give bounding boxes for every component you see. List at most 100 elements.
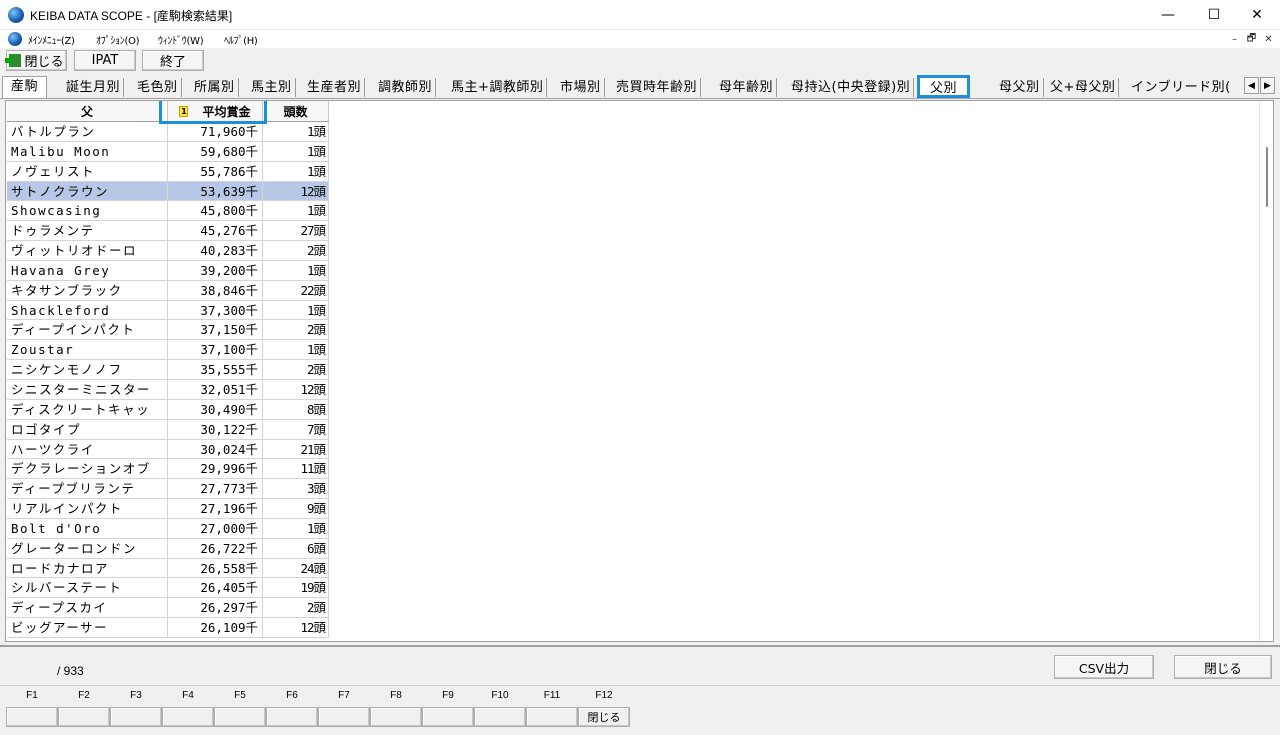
tab-inbreed[interactable]: インブリード別( [1128, 78, 1234, 97]
mdi-minimize-button[interactable]: – [1227, 32, 1242, 46]
menu-options[interactable]: ｵﾌﾟｼｮﾝ(O) [96, 32, 140, 47]
fkey-button-3[interactable] [110, 707, 162, 727]
fkey-button-11[interactable] [526, 707, 578, 727]
sire-name-cell: リアルインパクト [7, 499, 168, 519]
ipat-button[interactable]: IPAT [74, 50, 136, 71]
table-row[interactable]: シルバーステート 26,405千 19頭 [7, 578, 329, 599]
table-row[interactable]: ノヴェリスト 55,786千 1頭 [7, 161, 329, 182]
toolbar-close-button[interactable]: 閉じる [5, 50, 67, 71]
table-row[interactable]: サトノクラウン 53,639千 12頭 [7, 181, 329, 202]
avg-prize-cell: 26,558千 [168, 558, 263, 578]
fkey-button-8[interactable] [370, 707, 422, 727]
table-row[interactable]: ディープブリランテ 27,773千 3頭 [7, 479, 329, 500]
results-grid: 父 1 平均賞金 頭数 バトルプラン 71,960千 1頭 Malibu Moon 59… [7, 101, 329, 638]
table-row[interactable]: ディープインパクト 37,150千 2頭 [7, 320, 329, 341]
sire-name-cell: Bolt d'Oro [7, 518, 168, 538]
table-row[interactable]: デクラレーションオブ 29,996千 11頭 [7, 459, 329, 480]
table-row[interactable]: Bolt d'Oro 27,000千 1頭 [7, 518, 329, 539]
tab-offspring[interactable]: 産駒 [2, 76, 48, 98]
tab-dam-import[interactable]: 母持込(中央登録)別 [788, 78, 915, 97]
status-bar: / 933 CSV出力 閉じる [0, 645, 1280, 685]
sire-name-cell: デクラレーションオブ [7, 459, 168, 479]
sire-name-cell: キタサンブラック [7, 280, 168, 300]
count-cell: 7頭 [263, 419, 329, 439]
tab-market[interactable]: 市場別 [557, 78, 605, 97]
csv-export-button[interactable]: CSV出力 [1054, 655, 1154, 679]
table-row[interactable]: ハーツクライ 30,024千 21頭 [7, 439, 329, 460]
close-window-button[interactable]: ✕ [1234, 0, 1280, 30]
minimize-button[interactable]: — [1145, 0, 1191, 30]
toolbar-close-label: 閉じる [24, 55, 64, 70]
avg-prize-cell: 26,405千 [168, 578, 263, 598]
fkey-button-12[interactable]: 閉じる [578, 707, 630, 727]
count-cell: 1頭 [263, 300, 329, 320]
table-row[interactable]: ロードカナロア 26,558千 24頭 [7, 558, 329, 579]
table-row[interactable]: キタサンブラック 38,846千 22頭 [7, 280, 329, 301]
tab-sire[interactable]: 父別 [917, 75, 971, 98]
exit-button[interactable]: 終了 [142, 50, 204, 71]
table-row[interactable]: ディスクリートキャッ 30,490千 8頭 [7, 399, 329, 420]
count-cell: 12頭 [263, 379, 329, 399]
fkey-button-9[interactable] [422, 707, 474, 727]
fkey-button-2[interactable] [58, 707, 110, 727]
header-count[interactable]: 頭数 [263, 101, 329, 121]
count-cell: 6頭 [263, 538, 329, 558]
table-row[interactable]: Havana Grey 39,200千 1頭 [7, 260, 329, 281]
sire-name-cell: Shackleford [7, 300, 168, 320]
vertical-scrollbar[interactable] [1259, 101, 1272, 641]
fkey-button-1[interactable] [6, 707, 58, 727]
tab-scroll-right-icon[interactable]: ▶ [1260, 77, 1275, 94]
fkey-button-7[interactable] [318, 707, 370, 727]
sire-name-cell: バトルプラン [7, 122, 168, 141]
avg-prize-cell: 35,555千 [168, 360, 263, 380]
table-row[interactable]: Showcasing 45,800千 1頭 [7, 201, 329, 222]
table-row[interactable]: ニシケンモノノフ 35,555千 2頭 [7, 360, 329, 380]
menu-main[interactable]: ﾒｲﾝﾒﾆｭｰ(Z) [28, 32, 75, 47]
globe-icon[interactable] [8, 32, 22, 46]
header-sire[interactable]: 父 [7, 101, 168, 121]
table-row[interactable]: Shackleford 37,300千 1頭 [7, 300, 329, 321]
avg-prize-cell: 38,846千 [168, 280, 263, 300]
table-row[interactable]: ビッグアーサー 26,109千 12頭 [7, 618, 329, 638]
maximize-button[interactable]: ☐ [1191, 0, 1237, 30]
tab-scroll-left-icon[interactable]: ◀ [1244, 77, 1259, 94]
fkey-button-4[interactable] [162, 707, 214, 727]
table-row[interactable]: Malibu Moon 59,680千 1頭 [7, 141, 329, 162]
status-close-button[interactable]: 閉じる [1174, 655, 1272, 679]
scrollbar-thumb[interactable] [1266, 147, 1268, 207]
avg-prize-cell: 32,051千 [168, 379, 263, 399]
table-row[interactable]: シニスターミニスター 32,051千 12頭 [7, 379, 329, 400]
avg-prize-cell: 39,200千 [168, 260, 263, 280]
table-row[interactable]: ドゥラメンテ 45,276千 27頭 [7, 221, 329, 242]
highlight-box [159, 101, 267, 124]
table-row[interactable]: バトルプラン 71,960千 1頭 [7, 122, 329, 142]
fkey-button-6[interactable] [266, 707, 318, 727]
tab-owner[interactable]: 馬主別 [248, 78, 296, 97]
avg-prize-cell: 27,000千 [168, 518, 263, 538]
fkey-label-5: F5 [234, 690, 246, 701]
tab-owner-trainer[interactable]: 馬主+調教師別 [448, 78, 548, 97]
table-row[interactable]: リアルインパクト 27,196千 9頭 [7, 499, 329, 519]
fkey-button-5[interactable] [214, 707, 266, 727]
table-row[interactable]: Zoustar 37,100千 1頭 [7, 340, 329, 361]
table-row[interactable]: グレーターロンドン 26,722千 6頭 [7, 538, 329, 559]
tab-sale-age[interactable]: 売買時年齢別 [613, 78, 702, 97]
tab-sire-dam-sire[interactable]: 父+母父別 [1047, 78, 1120, 97]
table-row[interactable]: ヴィットリオドーロ 40,283千 2頭 [7, 241, 329, 261]
sire-name-cell: ドゥラメンテ [7, 221, 168, 241]
mdi-close-button[interactable]: ✕ [1261, 32, 1276, 46]
avg-prize-cell: 40,283千 [168, 241, 263, 261]
tab-dam-age[interactable]: 母年齢別 [716, 78, 778, 97]
mdi-restore-button[interactable]: 🗗 [1244, 32, 1259, 46]
tab-breeder[interactable]: 生産者別 [304, 78, 366, 97]
tab-affiliation[interactable]: 所属別 [191, 78, 239, 97]
menu-window[interactable]: ｳｨﾝﾄﾞｳ(W) [158, 32, 204, 47]
table-row[interactable]: ロゴタイプ 30,122千 7頭 [7, 419, 329, 440]
table-row[interactable]: ディープスカイ 26,297千 2頭 [7, 598, 329, 619]
tab-coat-color[interactable]: 毛色別 [134, 78, 182, 97]
tab-birth-month[interactable]: 誕生月別 [63, 78, 125, 97]
fkey-button-10[interactable] [474, 707, 526, 727]
tab-dam-sire[interactable]: 母父別 [996, 78, 1044, 97]
menu-help[interactable]: ﾍﾙﾌﾟ(H) [224, 32, 258, 47]
tab-trainer[interactable]: 調教師別 [375, 78, 437, 97]
